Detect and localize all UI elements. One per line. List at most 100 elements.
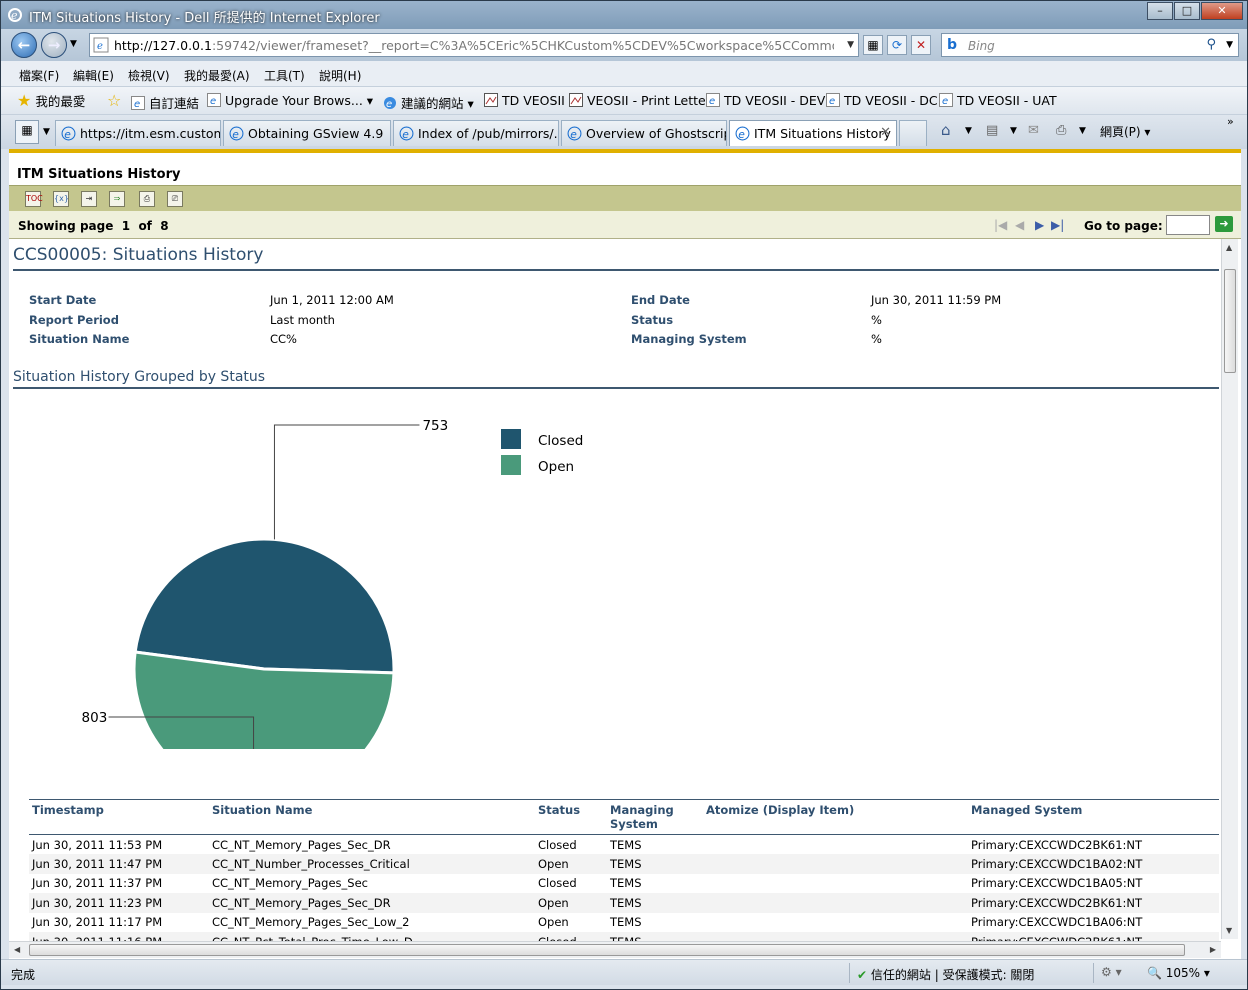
close-window-button[interactable]: ✕ — [1201, 2, 1243, 20]
suggested-sites-icon: e — [384, 97, 396, 110]
home-dropdown-icon[interactable]: ▼ — [965, 126, 972, 136]
last-page-icon[interactable]: ▶| — [1051, 218, 1064, 232]
vertical-scrollbar[interactable]: ▲ ▼ — [1221, 239, 1238, 939]
gold-divider — [9, 149, 1241, 153]
print-dropdown-icon[interactable]: ▼ — [1079, 126, 1086, 136]
next-page-icon[interactable]: ▶ — [1035, 218, 1044, 232]
tab-gsview[interactable]: e Obtaining GSview 4.9 — [223, 120, 391, 146]
security-zone[interactable]: ✔ 信任的網站 | 受保護模式: 關閉 — [857, 966, 1034, 983]
mail-icon[interactable]: ✉ — [1028, 123, 1039, 138]
stop-icon[interactable]: ✕ — [911, 35, 931, 55]
fav-item-upgrade[interactable]: e Upgrade Your Brows... ▾ — [207, 93, 373, 108]
cell-timestamp: Jun 30, 2011 11:37 PM — [32, 876, 163, 891]
first-page-icon[interactable]: |◀ — [994, 218, 1007, 232]
menu-view[interactable]: 檢視(V) — [128, 67, 170, 84]
cell-situation-name: CC_NT_Pct_Total_Proc_Time_Low_D — [209, 932, 535, 941]
legend-swatch-closed — [501, 429, 521, 449]
back-button[interactable]: ← — [11, 32, 37, 58]
svg-text:e: e — [738, 128, 745, 141]
quick-tabs-icon[interactable]: ▦ — [15, 120, 39, 144]
protected-mode-icon[interactable]: ⚙ ▾ — [1101, 965, 1122, 979]
zoom-control[interactable]: 🔍 105% ▾ — [1147, 966, 1210, 980]
favorites-button[interactable]: ★ 我的最愛 — [17, 91, 85, 110]
home-icon[interactable]: ⌂ — [941, 121, 951, 139]
menu-help[interactable]: 說明(H) — [319, 67, 361, 84]
tab-pub-mirrors[interactable]: e Index of /pub/mirrors/... — [393, 120, 559, 146]
goto-page-button[interactable]: ➜ — [1215, 216, 1233, 232]
scroll-left-icon[interactable]: ◀ — [14, 945, 20, 954]
history-dropdown-icon[interactable]: ▼ — [70, 39, 77, 49]
compat-view-icon[interactable]: ▦ — [863, 35, 883, 55]
previous-page-icon[interactable]: ◀ — [1015, 218, 1024, 232]
ie-page-icon: e — [735, 126, 750, 141]
new-tab-button[interactable] — [899, 120, 927, 146]
fav-item-td-veosii-uat[interactable]: e TD VEOSII - UAT — [939, 93, 1057, 108]
menu-tools[interactable]: 工具(T) — [264, 67, 305, 84]
vertical-scroll-thumb[interactable] — [1224, 269, 1236, 373]
scroll-right-icon[interactable]: ▶ — [1210, 945, 1216, 954]
search-icon[interactable]: ⚲ — [1206, 37, 1216, 52]
status-bar: 完成 ✔ 信任的網站 | 受保護模式: 關閉 ⚙ ▾ 🔍 105% ▾ — [1, 959, 1247, 985]
horizontal-scroll-thumb[interactable] — [29, 944, 1185, 956]
legend-label-closed: Closed — [538, 433, 584, 449]
menu-edit[interactable]: 編輯(E) — [73, 67, 114, 84]
address-bar[interactable]: e http://127.0.0.1:59742/viewer/frameset… — [89, 33, 859, 57]
cell-managing-system: TEMS — [610, 876, 642, 891]
print-icon[interactable]: ⎙ — [1056, 123, 1066, 138]
scroll-up-icon[interactable]: ▲ — [1226, 243, 1232, 252]
refresh-icon[interactable]: ⟳ — [887, 35, 907, 55]
scroll-down-icon[interactable]: ▼ — [1226, 926, 1232, 935]
fav-item-td-veosii-dc[interactable]: e TD VEOSII - DC — [826, 93, 938, 108]
search-box[interactable]: b Bing ⚲ ▼ — [941, 33, 1239, 57]
status-label: Status — [631, 313, 674, 327]
ie-icon: e — [8, 8, 22, 22]
cell-atomize — [703, 932, 968, 941]
cell-managing-system: TEMS — [607, 893, 703, 913]
cell-timestamp: Jun 30, 2011 11:47 PM — [29, 854, 209, 874]
toc-icon[interactable]: TOC — [25, 191, 43, 207]
report-toolbar: TOC {x} ⇥ ⇒ ⎙ ⎚ — [9, 185, 1241, 211]
export-report-icon[interactable]: ⇒ — [109, 191, 125, 207]
parameters-icon[interactable]: {x} — [53, 191, 69, 207]
forward-button[interactable]: → — [41, 32, 67, 58]
more-tools-icon[interactable]: » — [1227, 115, 1234, 128]
tab-list-dropdown-icon[interactable]: ▼ — [43, 127, 50, 137]
cell-managed-system: Primary:CEXCCWDC1BA02:NT — [968, 854, 1219, 874]
minimize-button[interactable]: – — [1147, 2, 1173, 20]
goto-page-input[interactable] — [1166, 215, 1210, 235]
heading-rule — [13, 269, 1219, 271]
page-menu[interactable]: 網頁(P) ▾ — [1100, 123, 1150, 140]
search-dropdown-icon[interactable]: ▼ — [1226, 40, 1233, 50]
print-server-icon[interactable]: ⎚ — [167, 191, 183, 207]
report-period-value: Last month — [270, 313, 335, 327]
maximize-button[interactable]: □ — [1174, 2, 1200, 20]
svg-text:e: e — [402, 128, 409, 141]
print-report-icon[interactable]: ⎙ — [139, 191, 155, 207]
export-data-icon[interactable]: ⇥ — [81, 191, 97, 207]
checkmark-icon: ✔ — [857, 968, 868, 982]
fav-item-suggested-sites[interactable]: e 建議的網站 ▾ — [383, 93, 474, 112]
tab-itm-situations-history[interactable]: e ITM Situations History ✕ — [729, 120, 897, 146]
fav-item-custom-links[interactable]: e 自訂連結 — [131, 93, 199, 112]
cell-managing-system: TEMS — [610, 837, 642, 852]
fav-item-td-veosii-dev[interactable]: e TD VEOSII - DEV — [706, 93, 825, 108]
favorites-bar: ★ 我的最愛 ☆ e 自訂連結 e Upgrade Your Brows... ▾ … — [1, 87, 1247, 115]
cell-atomize — [703, 893, 968, 913]
cell-atomize — [703, 874, 968, 894]
fav-item-print-letter[interactable]: VEOSII - Print Letter — [569, 93, 711, 108]
address-dropdown-icon[interactable]: ▼ — [847, 40, 854, 50]
fav-item-td-veosii[interactable]: TD VEOSII — [484, 93, 565, 108]
close-tab-icon[interactable]: ✕ — [880, 125, 891, 140]
horizontal-scrollbar[interactable]: ◀ ▶ — [9, 941, 1221, 958]
tab-ghostscript[interactable]: e Overview of Ghostscript — [561, 120, 727, 146]
feeds-icon[interactable]: ▤ — [986, 123, 998, 138]
menu-file[interactable]: 檔案(F) — [19, 67, 59, 84]
add-favorite-icon[interactable]: ☆ — [107, 91, 121, 110]
ie-page-icon: e — [706, 93, 720, 107]
cell-situation-name: CC_NT_Memory_Pages_Sec_Low_2 — [212, 915, 410, 930]
ie-page-icon: e — [567, 126, 582, 141]
tab-itm-esm[interactable]: ehttps://itm.esm.custom... — [55, 120, 221, 146]
menu-favorites[interactable]: 我的最愛(A) — [184, 67, 250, 84]
feeds-dropdown-icon[interactable]: ▼ — [1010, 126, 1017, 136]
table-body: Jun 30, 2011 11:53 PM CC_NT_Memory_Pages_… — [29, 835, 1219, 941]
